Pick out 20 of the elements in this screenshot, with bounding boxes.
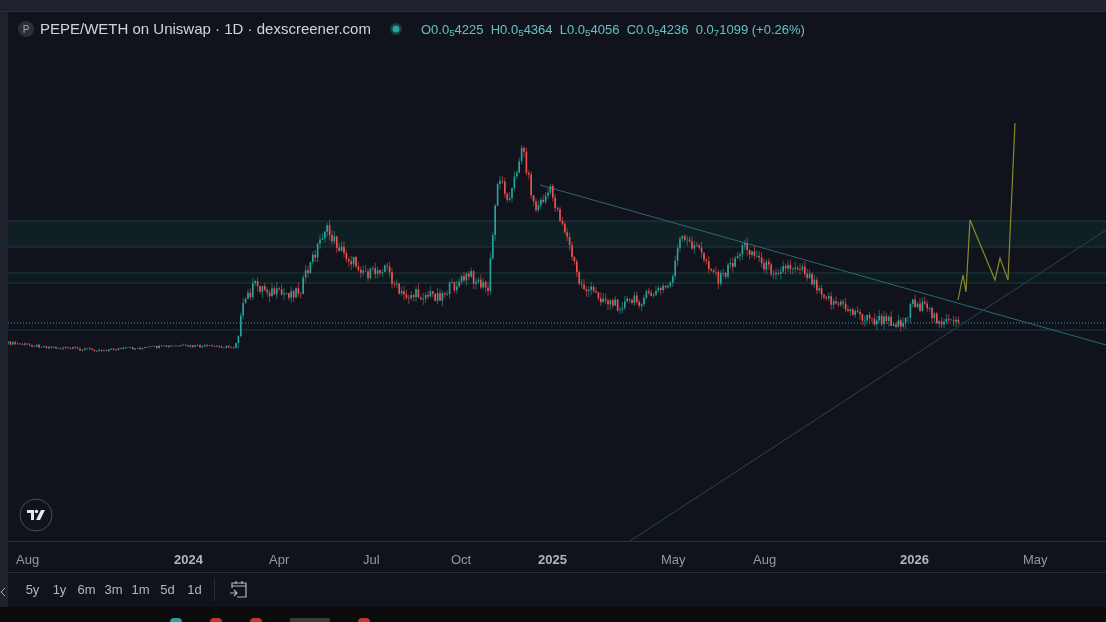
range-button[interactable]: 1d — [183, 580, 206, 600]
range-button[interactable]: 1m — [129, 580, 152, 600]
time-label: Aug — [753, 551, 777, 569]
time-label: Aug — [16, 551, 40, 569]
time-label: 2026 — [900, 551, 929, 569]
time-label: Jul — [363, 551, 380, 569]
time-label: 2025 — [538, 551, 567, 569]
time-label: Oct — [451, 551, 472, 569]
time-label: 2024 — [174, 551, 203, 569]
ohlc-values: O0.0$_{5}$4225 H0.0$_{5}$4364 L0.0$_{5}$4056 C0.0$_{5}$4236 0.0$_{7}$1099 (+0.26%) — [420, 20, 805, 39]
symbol-badge: P — [18, 21, 34, 38]
time-label: Apr — [269, 551, 290, 569]
time-label: May — [661, 551, 686, 569]
time-label: May — [1023, 551, 1048, 569]
range-button[interactable]: 6m — [75, 580, 98, 600]
range-button[interactable]: 3m — [102, 580, 125, 600]
range-button[interactable]: 5y — [21, 580, 44, 600]
range-button[interactable]: 5d — [156, 580, 179, 600]
range-button[interactable]: 1y — [48, 580, 71, 600]
chart-title: PEPE/WETH on Uniswap · 1D · dexscreener.com — [40, 19, 371, 39]
